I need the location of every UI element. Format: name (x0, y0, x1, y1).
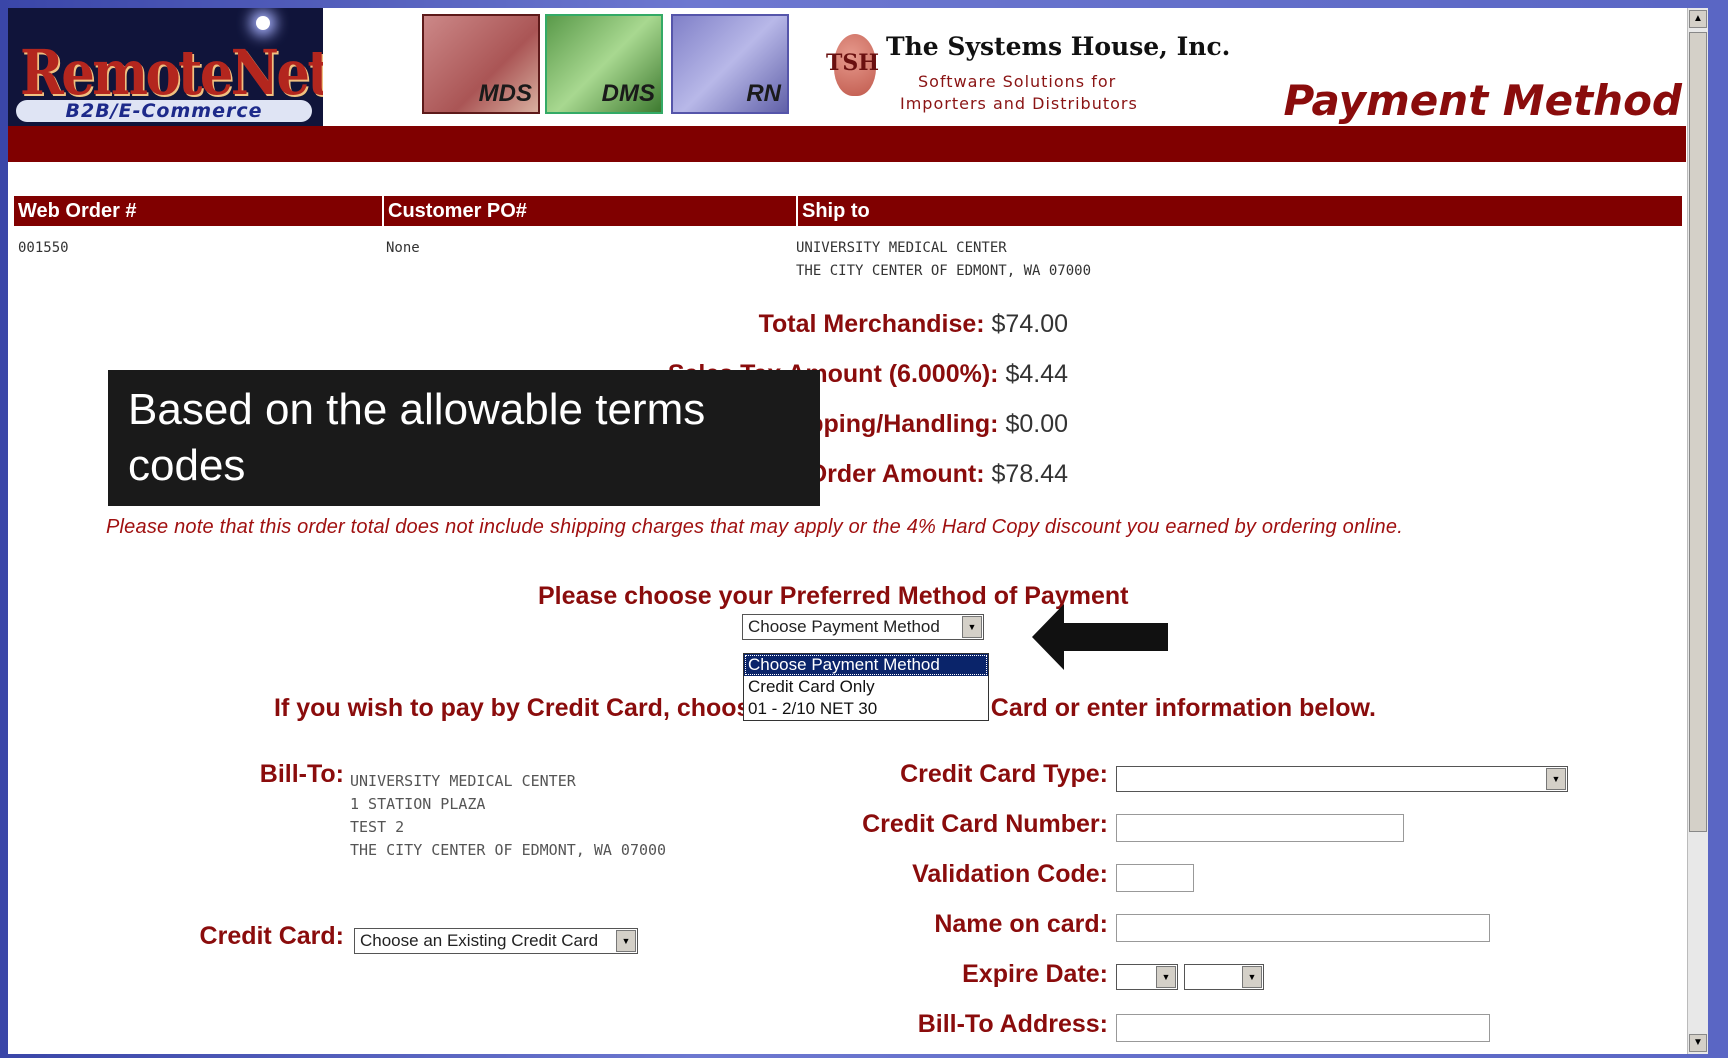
left-arrow-icon (1032, 604, 1168, 670)
browser-page: RemoteNet B2B/E-Commerce MDS DMS RN TSH … (8, 8, 1708, 1054)
payment-method-select-value: Choose Payment Method (748, 617, 940, 636)
order-note: Please note that this order total does n… (106, 516, 1403, 538)
scroll-up-icon[interactable]: ▲ (1689, 10, 1707, 28)
card-type-select[interactable]: ▼ (1116, 766, 1568, 792)
sales-tax-value: $4.44 (1005, 360, 1068, 388)
payment-method-select[interactable]: Choose Payment Method ▼ (742, 614, 984, 640)
bill-to-label: Bill-To: (259, 760, 344, 788)
vertical-scrollbar[interactable]: ▲ ▼ (1687, 8, 1708, 1054)
total-merchandise-value: $74.00 (991, 310, 1068, 338)
card-number-label: Credit Card Number: (862, 810, 1108, 838)
validation-code-input[interactable] (1116, 864, 1194, 892)
order-table-header: Web Order # Customer PO# Ship to (14, 196, 1682, 226)
ship-to-line2: THE CITY CENTER OF EDMONT, WA 07000 (796, 263, 1092, 279)
name-on-card-input[interactable] (1116, 914, 1490, 942)
remotenet-logo: RemoteNet B2B/E-Commerce (8, 8, 323, 126)
total-order-value: $78.44 (991, 460, 1068, 488)
mds-tile-label: MDS (478, 80, 532, 107)
logo-sub-text: B2B/E-Commerce (16, 100, 312, 122)
annotation-callout: Based on the allowable terms codes (108, 370, 820, 506)
dms-tile-label: DMS (601, 80, 655, 107)
scrollbar-thumb[interactable] (1689, 32, 1707, 832)
validation-code-label: Validation Code: (912, 860, 1108, 888)
chevron-down-icon[interactable]: ▼ (616, 930, 636, 952)
logo-initials: TSH (826, 50, 880, 76)
mds-tile[interactable]: MDS (422, 14, 540, 114)
total-merchandise-row: Total Merchandise: $74.00 (759, 310, 1068, 339)
expire-month-select[interactable]: ▼ (1116, 964, 1178, 990)
bill-to-address-label: Bill-To Address: (917, 1010, 1108, 1038)
name-on-card-label: Name on card: (934, 910, 1108, 938)
rn-tile[interactable]: RN (671, 14, 789, 114)
web-order-value: 001550 (18, 240, 69, 256)
rn-tile-label: RN (746, 80, 781, 107)
bill-to-address-input[interactable] (1116, 1014, 1490, 1042)
payment-method-dropdown-list: Choose Payment Method Credit Card Only 0… (743, 653, 989, 721)
shipping-value: $0.00 (1005, 410, 1068, 438)
existing-credit-card-select[interactable]: Choose an Existing Credit Card ▼ (354, 928, 638, 954)
payment-option[interactable]: 01 - 2/10 NET 30 (744, 698, 988, 720)
page-title: Payment Method (1283, 76, 1682, 125)
credit-card-label: Credit Card: (199, 922, 344, 950)
company-tagline-1: Software Solutions for (918, 72, 1117, 91)
col-customer-po: Customer PO# (382, 196, 527, 226)
header-divider-bar (8, 126, 1686, 162)
company-name: The Systems House, Inc. (886, 32, 1231, 61)
bill-to-address: UNIVERSITY MEDICAL CENTER 1 STATION PLAZ… (350, 770, 666, 862)
chevron-down-icon[interactable]: ▼ (1156, 966, 1176, 988)
systems-house-logo-icon: TSH (820, 26, 880, 104)
col-ship-to: Ship to (796, 196, 870, 226)
payment-option[interactable]: Choose Payment Method (744, 654, 988, 676)
total-merchandise-label: Total Merchandise: (758, 310, 985, 338)
col-web-order: Web Order # (18, 200, 137, 222)
expire-date-label: Expire Date: (962, 960, 1108, 988)
card-number-input[interactable] (1116, 814, 1404, 842)
company-tagline-2: Importers and Distributors (900, 94, 1138, 113)
customer-po-value: None (386, 240, 420, 256)
bill-to-line: UNIVERSITY MEDICAL CENTER (350, 772, 576, 790)
chevron-down-icon[interactable]: ▼ (962, 616, 982, 638)
chevron-down-icon[interactable]: ▼ (1546, 768, 1566, 790)
logo-star (256, 16, 270, 30)
card-type-label: Credit Card Type: (900, 760, 1108, 788)
logo-main-text: RemoteNet (20, 36, 323, 109)
bill-to-line: 1 STATION PLAZA (350, 795, 486, 813)
bill-to-line: THE CITY CENTER OF EDMONT, WA 07000 (350, 841, 667, 859)
bill-to-line: TEST 2 (350, 818, 405, 836)
existing-credit-card-value: Choose an Existing Credit Card (360, 931, 599, 950)
dms-tile[interactable]: DMS (545, 14, 663, 114)
expire-year-select[interactable]: ▼ (1184, 964, 1264, 990)
scroll-down-icon[interactable]: ▼ (1689, 1034, 1707, 1052)
chevron-down-icon[interactable]: ▼ (1242, 966, 1262, 988)
payment-option[interactable]: Credit Card Only (744, 676, 988, 698)
ship-to-line1: UNIVERSITY MEDICAL CENTER (796, 240, 1007, 256)
